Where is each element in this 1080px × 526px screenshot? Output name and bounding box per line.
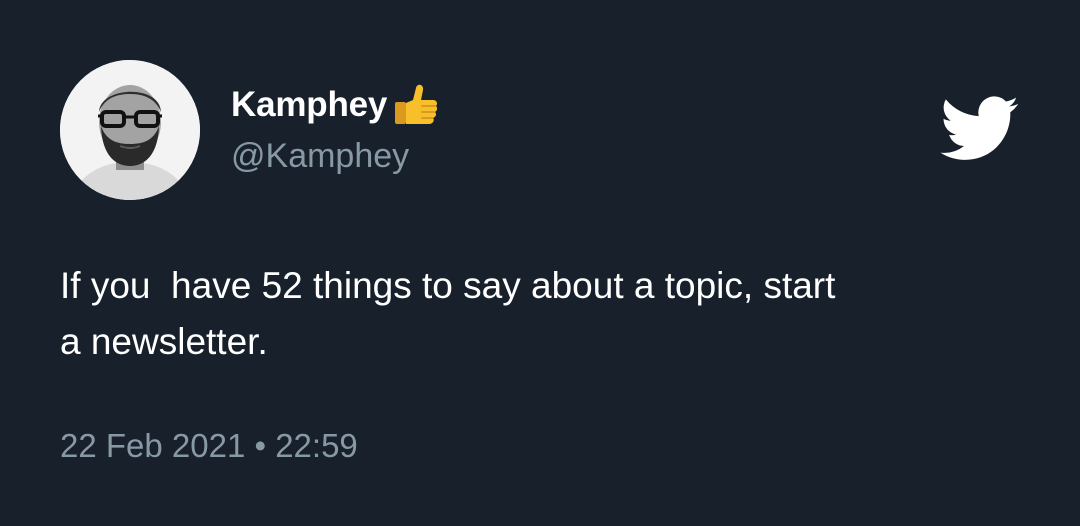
author-info: Kamphey @Kamphey (231, 82, 441, 178)
twitter-bird-icon[interactable] (940, 96, 1020, 162)
name-row: Kamphey (231, 82, 441, 128)
thumbs-up-icon (391, 80, 441, 130)
user-handle[interactable]: @Kamphey (231, 134, 441, 178)
tweet-card: Kamphey @Kamphey If you have 52 things t… (0, 0, 1080, 526)
tweet-timestamp[interactable]: 22 Feb 2021 • 22:59 (60, 424, 358, 468)
avatar[interactable] (60, 60, 200, 200)
display-name[interactable]: Kamphey (231, 82, 387, 128)
tweet-text: If you have 52 things to say about a top… (60, 265, 836, 362)
